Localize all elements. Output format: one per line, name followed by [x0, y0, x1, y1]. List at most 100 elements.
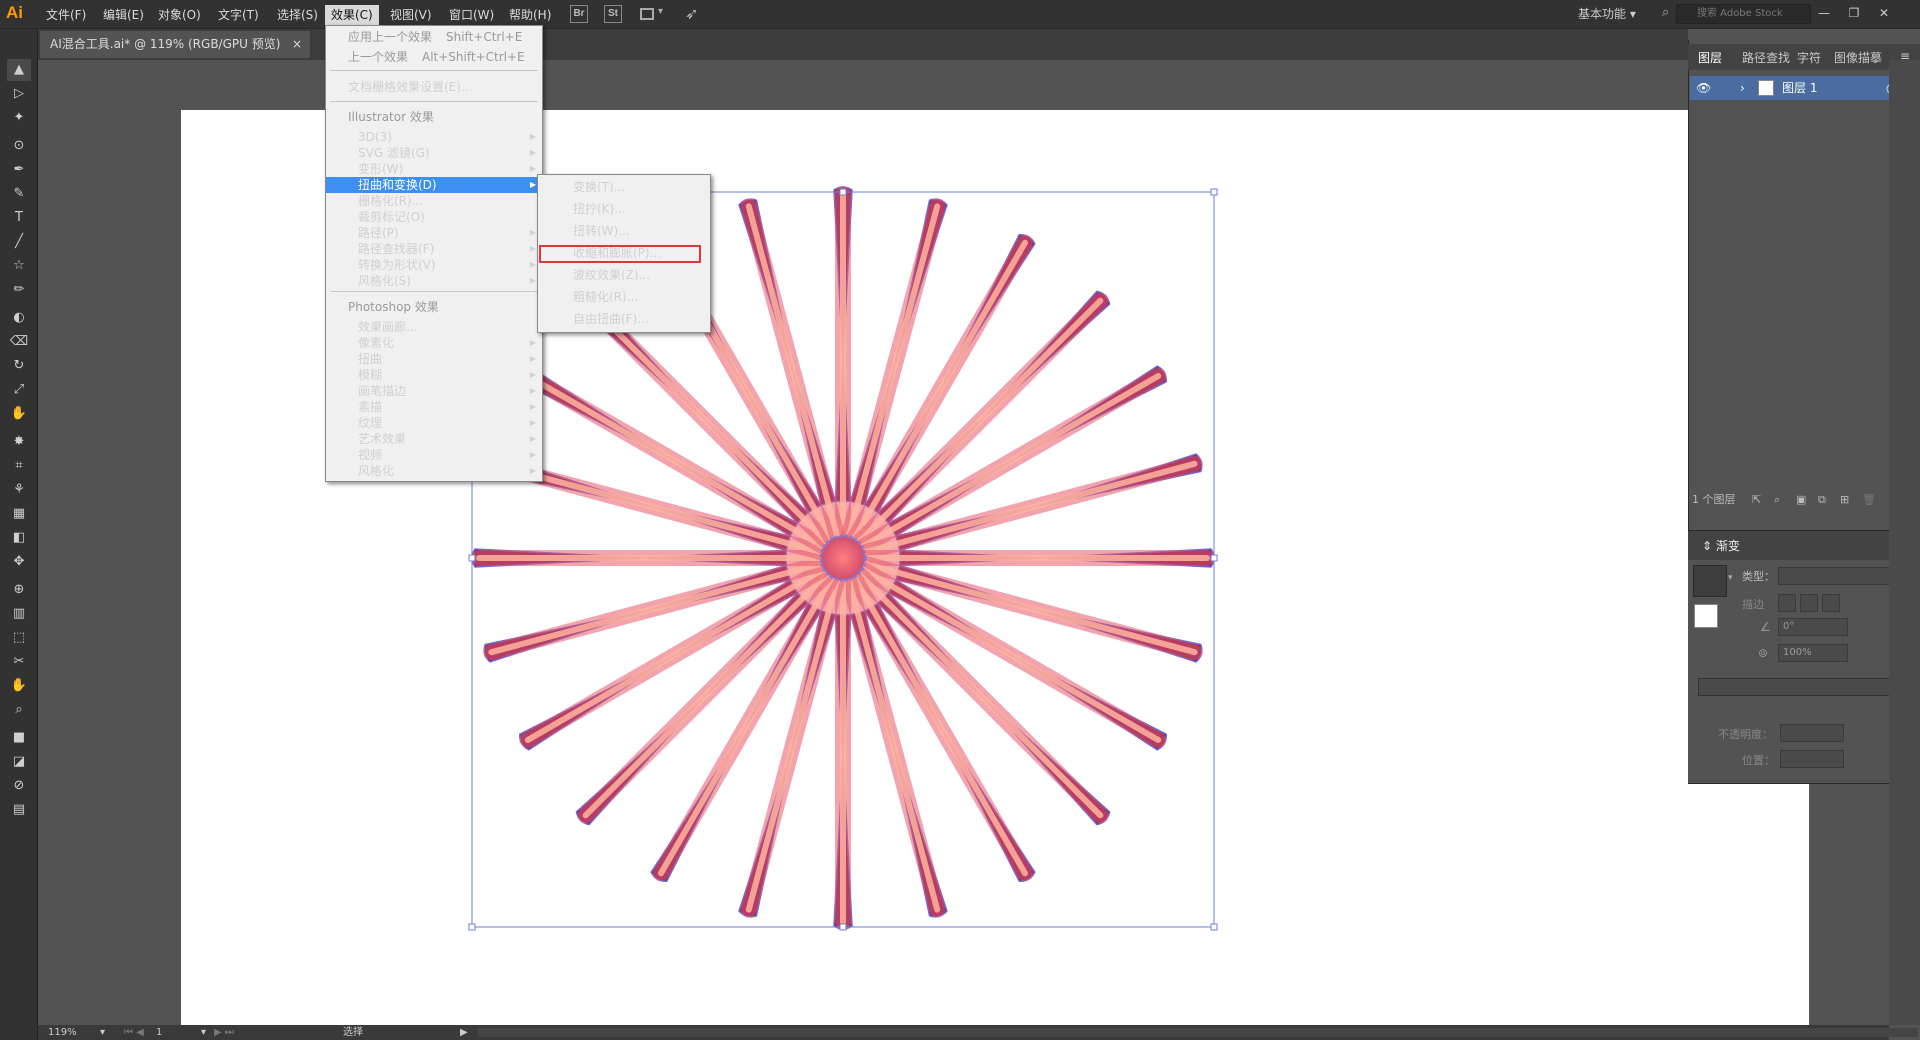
ps-effect-item-4[interactable]: 画笔描边 ▶	[326, 383, 542, 399]
expand-arrow-icon[interactable]: ›	[1740, 76, 1745, 100]
clipping-mask-icon[interactable]: ▣	[1796, 490, 1806, 510]
ps-effect-item-1[interactable]: 像素化 ▶	[326, 335, 542, 351]
submenu-arrow-icon: ▶	[529, 434, 536, 443]
ps-effect-item-0-label: 效果画廊...	[358, 320, 418, 334]
selection-handle[interactable]	[839, 188, 847, 196]
gradient-slider[interactable]	[1698, 678, 1896, 696]
distort-item-5[interactable]: 粗糙化(R)...	[538, 286, 710, 308]
ps-effect-item-6[interactable]: 纹理 ▶	[326, 415, 542, 431]
effect-item-4[interactable]: 栅格化(R)...	[326, 193, 542, 209]
photoshop-effects-header-label: Photoshop 效果	[348, 300, 439, 314]
layer-name[interactable]: 图层 1	[1782, 76, 1817, 100]
submenu-arrow-icon: ▶	[529, 386, 536, 395]
effect-item-2[interactable]: 变形(W) ▶	[326, 161, 542, 177]
submenu-arrow-icon: ▶	[529, 450, 536, 459]
layer-thumbnail	[1758, 80, 1774, 96]
submenu-arrow-icon: ▶	[529, 164, 536, 173]
submenu-arrow-icon: ▶	[529, 148, 536, 157]
fill-stroke-swatch[interactable]	[1694, 604, 1718, 628]
eye-icon[interactable]: 👁	[1696, 76, 1711, 100]
ps-effect-item-7[interactable]: 艺术效果 ▶	[326, 431, 542, 447]
effect-item-8-label: 转换为形状(V)	[358, 258, 436, 272]
angle-field[interactable]: 0°	[1778, 618, 1848, 636]
angle-icon: ∠	[1760, 620, 1771, 634]
distort-item-6[interactable]: 自由扭曲(F)...	[538, 308, 710, 330]
selection-handle[interactable]	[1210, 188, 1218, 196]
chevron-down-icon[interactable]: ▾	[1728, 573, 1733, 583]
distort-item-1[interactable]: 扭拧(K)...	[538, 198, 710, 220]
status-bar: 119% ▾ ⏮ ◀ 1 ▾ ▶ ⏭ 选择 ▶	[38, 1025, 1918, 1040]
effect-item-2-label: 变形(W)	[358, 162, 404, 176]
ps-effect-item-8[interactable]: 视频 ▶	[326, 447, 542, 463]
gradient-preview[interactable]	[1693, 565, 1727, 597]
effect-item-8[interactable]: 转换为形状(V) ▶	[326, 257, 542, 273]
page-number[interactable]: 1	[156, 1025, 162, 1040]
effect-item-9-label: 风格化(S)	[358, 274, 411, 288]
ps-effect-item-2-label: 扭曲	[358, 352, 383, 366]
ps-effect-item-3[interactable]: 模糊 ▶	[326, 367, 542, 383]
ps-effect-item-5[interactable]: 素描 ▶	[326, 399, 542, 415]
effect-item-9[interactable]: 风格化(S) ▶	[326, 273, 542, 289]
selection-handle[interactable]	[1210, 554, 1218, 562]
ps-effect-item-2[interactable]: 扭曲 ▶	[326, 351, 542, 367]
distort-item-0[interactable]: 变换(T)...	[538, 176, 710, 198]
last-effect: 上一个效果 Alt+Shift+Ctrl+E	[326, 49, 542, 65]
zoom-level[interactable]: 119%	[48, 1025, 77, 1040]
stroke-option-3[interactable]	[1822, 594, 1840, 612]
effect-item-6[interactable]: 路径(P) ▶	[326, 225, 542, 241]
export-icon[interactable]: ⇱	[1752, 490, 1761, 510]
page-nav-first-icon[interactable]: ⏮ ◀	[124, 1025, 144, 1040]
star-artwork[interactable]	[0, 0, 1920, 1040]
gradient-panel-header: ⇕ 渐变	[1688, 530, 1920, 560]
ps-effect-item-1-label: 像素化	[358, 336, 395, 350]
new-sublayer-icon[interactable]: ⧉	[1818, 490, 1826, 510]
page-nav-last-icon[interactable]: ▶ ⏭	[214, 1025, 234, 1040]
effect-item-0[interactable]: 3D(3) ▶	[326, 129, 542, 145]
position-field[interactable]	[1780, 750, 1844, 768]
layer-row[interactable]: 👁 › 图层 1 ○	[1690, 76, 1918, 100]
last-effect-shortcut: Alt+Shift+Ctrl+E	[422, 50, 525, 64]
selection-handle[interactable]	[468, 923, 476, 931]
document-raster-settings[interactable]: 文档栅格效果设置(E)...	[326, 79, 542, 95]
horizontal-scrollbar[interactable]	[478, 1028, 1918, 1037]
chevron-down-icon[interactable]: ▾	[201, 1025, 206, 1040]
ps-effect-item-8-label: 视频	[358, 448, 383, 462]
selection-handle[interactable]	[839, 923, 847, 931]
selection-handle[interactable]	[468, 554, 476, 562]
stroke-option-1[interactable]	[1778, 594, 1796, 612]
effect-item-5-label: 裁剪标记(O)	[358, 210, 425, 224]
document-raster-settings-label: 文档栅格效果设置(E)...	[348, 80, 473, 94]
tab-character[interactable]: 字符	[1797, 49, 1821, 66]
effect-item-5[interactable]: 裁剪标记(O)	[326, 209, 542, 225]
effect-item-1[interactable]: SVG 滤镜(G) ▶	[326, 145, 542, 161]
ps-effect-item-7-label: 艺术效果	[358, 432, 407, 446]
aspect-field[interactable]: 100%	[1778, 644, 1848, 662]
illustrator-effects-header: Illustrator 效果	[326, 109, 542, 125]
new-layer-icon[interactable]: ⊞	[1840, 490, 1849, 510]
effect-item-3[interactable]: 扭曲和变换(D) ▶	[326, 177, 542, 193]
status-arrow-icon[interactable]: ▶	[460, 1025, 468, 1040]
position-label: 位置：	[1742, 754, 1775, 767]
tab-layers[interactable]: 图层	[1698, 49, 1722, 66]
stroke-option-2[interactable]	[1800, 594, 1818, 612]
effect-item-4-label: 栅格化(R)...	[358, 194, 424, 208]
ps-effect-item-9[interactable]: 风格化 ▶	[326, 463, 542, 479]
distort-item-4[interactable]: 波纹效果(Z)...	[538, 264, 710, 286]
opacity-field[interactable]	[1780, 724, 1844, 742]
locate-object-icon[interactable]: ⌕	[1774, 490, 1780, 510]
tab-image-trace[interactable]: 图像描摹	[1834, 49, 1882, 66]
tab-pathfinder[interactable]: 路径查找	[1742, 49, 1790, 66]
apply-last-effect-label: 应用上一个效果	[348, 30, 433, 44]
submenu-arrow-icon: ▶	[529, 338, 536, 347]
vertical-scrollbar[interactable]	[1889, 60, 1920, 1025]
effect-item-6-label: 路径(P)	[358, 226, 399, 240]
chevron-down-icon[interactable]: ▾	[100, 1025, 105, 1040]
effect-item-7[interactable]: 路径查找器(F) ▶	[326, 241, 542, 257]
distort-item-2[interactable]: 扭转(W)...	[538, 220, 710, 242]
effect-item-7-label: 路径查找器(F)	[358, 242, 435, 256]
submenu-arrow-icon: ▶	[529, 418, 536, 427]
selection-handle[interactable]	[1210, 923, 1218, 931]
layers-footer: 1 个图层 ⇱ ⌕ ▣ ⧉ ⊞ 🗑	[1690, 490, 1918, 510]
ps-effect-item-0[interactable]: 效果画廊...	[326, 319, 542, 335]
delete-icon[interactable]: 🗑	[1862, 490, 1876, 510]
